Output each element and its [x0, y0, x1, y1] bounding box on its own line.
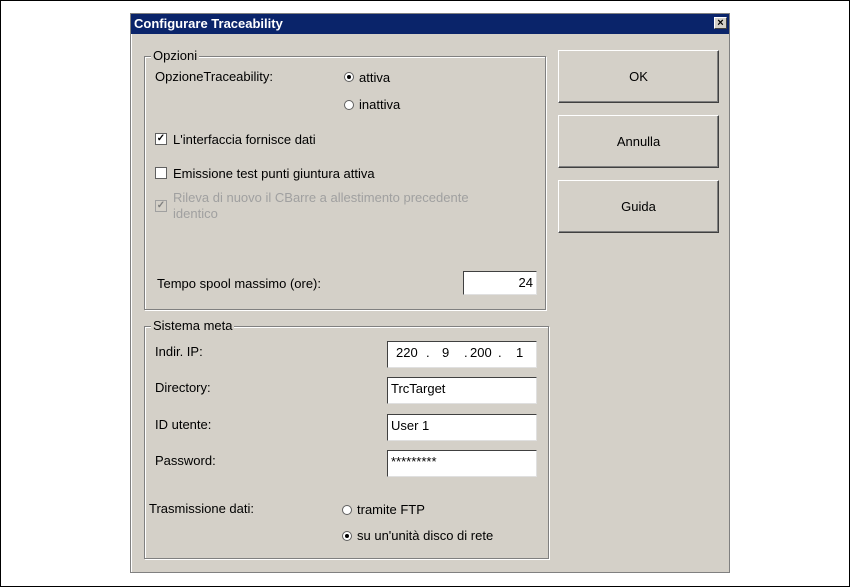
window-title: Configurare Traceability [134, 16, 283, 31]
traceability-dialog: Configurare Traceability × Opzioni Opzio… [130, 13, 730, 573]
directory-input[interactable]: TrcTarget [387, 377, 537, 404]
transmission-label: Trasmissione dati: [149, 501, 254, 516]
rescan-checkbox-label: Rileva di nuovo il CBarre a allestimento… [173, 190, 469, 221]
ip-dot: . [498, 345, 502, 360]
ip-address-input[interactable]: 220 . 9 . 200 . 1 [387, 341, 537, 368]
ip-octet-4: 1 [516, 345, 524, 360]
ok-button[interactable]: OK [558, 50, 719, 103]
options-legend: Opzioni [151, 48, 200, 63]
radio-inactive[interactable] [344, 100, 354, 110]
interface-checkbox-label[interactable]: L'interfaccia fornisce dati [173, 132, 316, 147]
radio-active[interactable] [344, 72, 354, 82]
title-bar[interactable]: Configurare Traceability × [131, 14, 729, 34]
close-icon[interactable]: × [714, 17, 727, 29]
directory-label: Directory: [155, 380, 211, 395]
radio-network-drive[interactable] [342, 531, 352, 541]
help-button[interactable]: Guida [558, 180, 719, 233]
radio-ftp-label[interactable]: tramite FTP [357, 502, 425, 517]
emission-checkbox[interactable] [155, 167, 167, 179]
traceability-option-label: OpzioneTraceability: [155, 69, 274, 84]
ip-dot: . [464, 345, 468, 360]
user-id-input[interactable]: User 1 [387, 414, 537, 441]
radio-ftp[interactable] [342, 505, 352, 515]
spool-label: Tempo spool massimo (ore): [157, 276, 321, 291]
radio-inactive-label[interactable]: inattiva [359, 97, 400, 112]
password-label: Password: [155, 453, 216, 468]
cancel-button[interactable]: Annulla [558, 115, 719, 168]
ip-label: Indir. IP: [155, 344, 203, 359]
ip-octet-1: 220 [396, 345, 418, 360]
rescan-checkbox: ✓ [155, 200, 167, 212]
ip-octet-2: 9 [442, 345, 450, 360]
emission-checkbox-label[interactable]: Emissione test punti giuntura attiva [173, 166, 375, 181]
ip-octet-3: 200 [470, 345, 492, 360]
ip-dot: . [426, 345, 430, 360]
user-id-label: ID utente: [155, 417, 212, 432]
spool-input[interactable]: 24 [463, 271, 537, 295]
interface-checkbox[interactable]: ✓ [155, 133, 167, 145]
target-system-legend: Sistema meta [151, 318, 235, 333]
radio-active-label[interactable]: attiva [359, 70, 390, 85]
password-input[interactable]: ********* [387, 450, 537, 477]
radio-network-drive-label[interactable]: su un'unità disco di rete [357, 528, 493, 543]
